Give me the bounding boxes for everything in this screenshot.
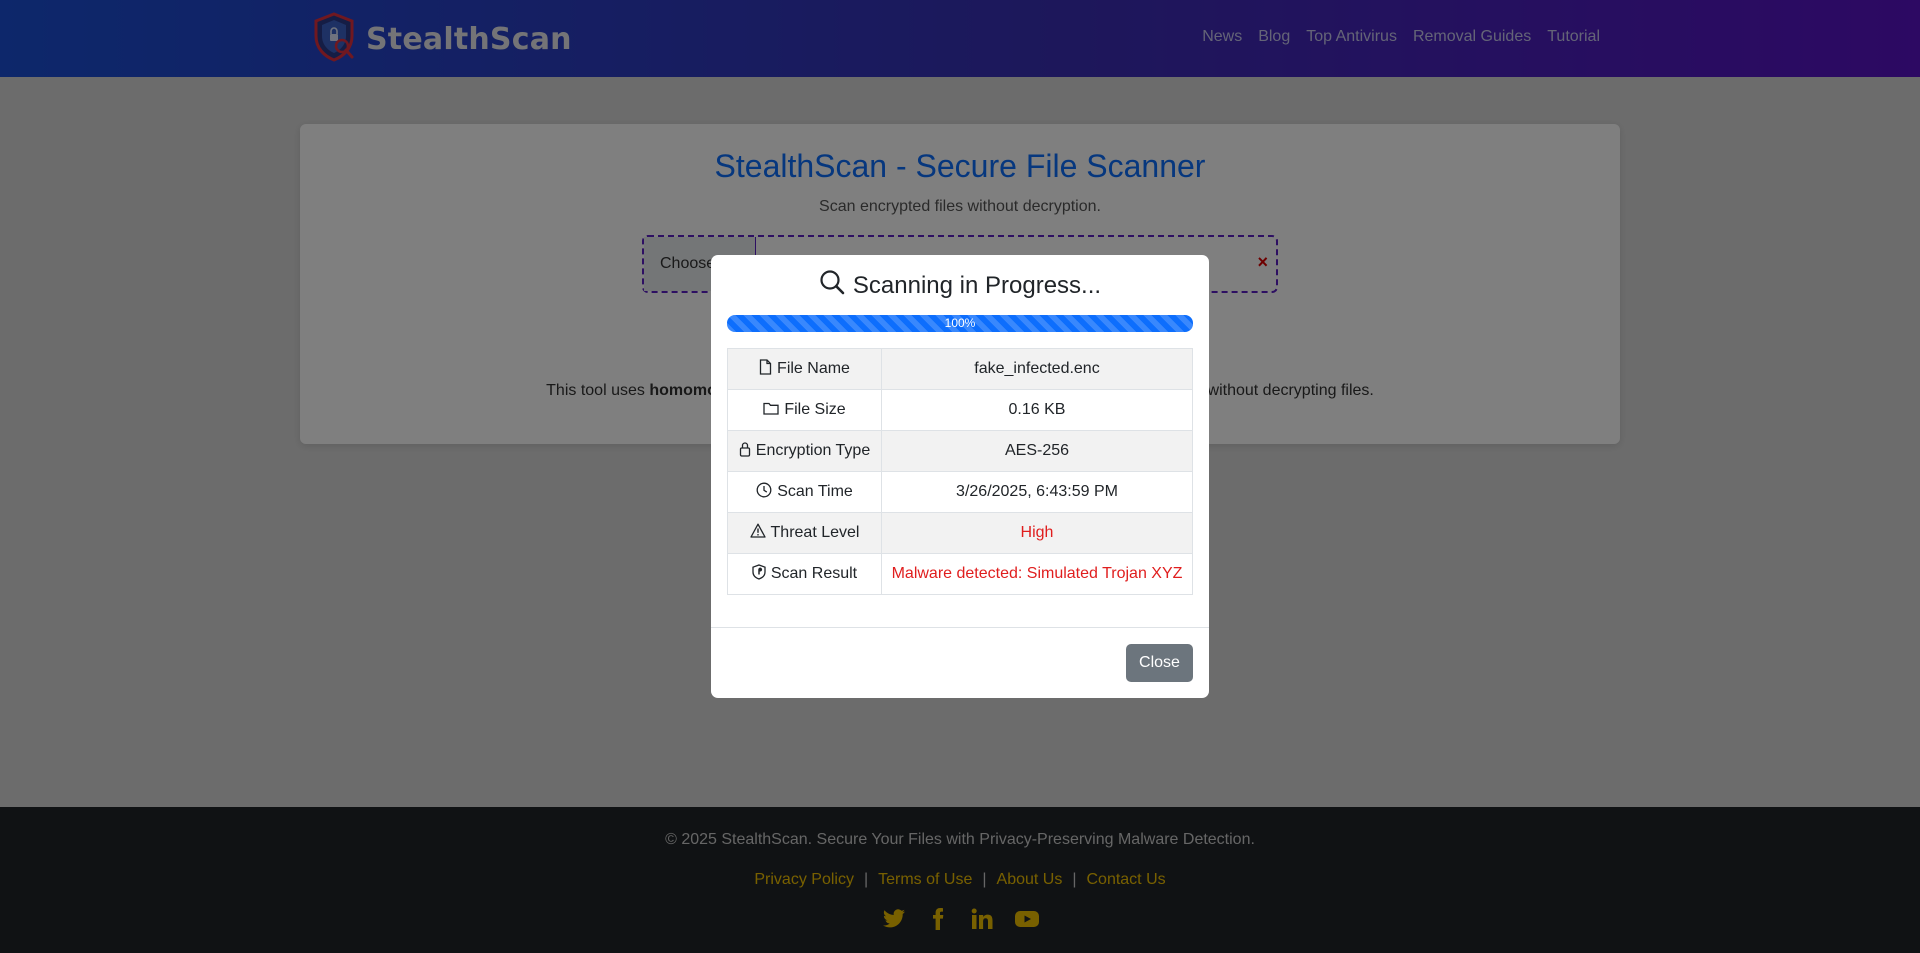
modal-footer-divider <box>711 627 1209 628</box>
row-label-cell: Scan Time <box>727 471 882 513</box>
clock-icon <box>756 482 772 503</box>
row-label: File Size <box>784 401 846 418</box>
file-name-value: fake_infected.enc <box>881 348 1193 390</box>
threat-level-value: High <box>881 512 1193 554</box>
warning-icon <box>749 523 766 543</box>
folder-icon <box>763 401 779 420</box>
file-size-value: 0.16 KB <box>881 389 1193 431</box>
scan-result-value: Malware detected: Simulated Trojan XYZ <box>881 553 1193 595</box>
lock-icon <box>739 441 751 462</box>
table-row: File Size 0.16 KB <box>727 389 1193 431</box>
row-label-cell: Encryption Type <box>727 430 882 472</box>
row-label-cell: Threat Level <box>727 512 882 554</box>
row-label: Scan Time <box>777 483 853 500</box>
close-button[interactable]: Close <box>1126 644 1193 682</box>
shield-icon <box>752 563 766 585</box>
scan-time-value: 3/26/2025, 6:43:59 PM <box>881 471 1193 513</box>
table-row: File Name fake_infected.enc <box>727 348 1193 390</box>
scan-details-table: File Name fake_infected.enc File Size 0.… <box>727 348 1193 595</box>
scan-progress: 100% <box>727 315 1193 332</box>
row-label-cell: Scan Result <box>727 553 882 595</box>
modal-title: Scanning in Progress... <box>711 269 1209 302</box>
scan-progress-bar: 100% <box>727 315 1193 332</box>
row-label: Threat Level <box>770 524 860 541</box>
row-label: Encryption Type <box>755 442 871 459</box>
table-row: Scan Time 3/26/2025, 6:43:59 PM <box>727 471 1193 513</box>
modal-title-text: Scanning in Progress... <box>852 271 1102 299</box>
row-label-cell: File Name <box>727 348 882 390</box>
table-row: Threat Level High <box>727 512 1193 554</box>
table-row: Encryption Type AES-256 <box>727 430 1193 472</box>
encryption-type-value: AES-256 <box>881 430 1193 472</box>
row-label: File Name <box>777 360 850 377</box>
file-icon <box>759 358 772 380</box>
search-icon <box>819 269 845 302</box>
row-label-cell: File Size <box>727 389 882 431</box>
scan-modal: Scanning in Progress... 100% File Name f… <box>711 255 1209 698</box>
row-label: Scan Result <box>770 565 858 582</box>
table-row: Scan Result Malware detected: Simulated … <box>727 553 1193 595</box>
